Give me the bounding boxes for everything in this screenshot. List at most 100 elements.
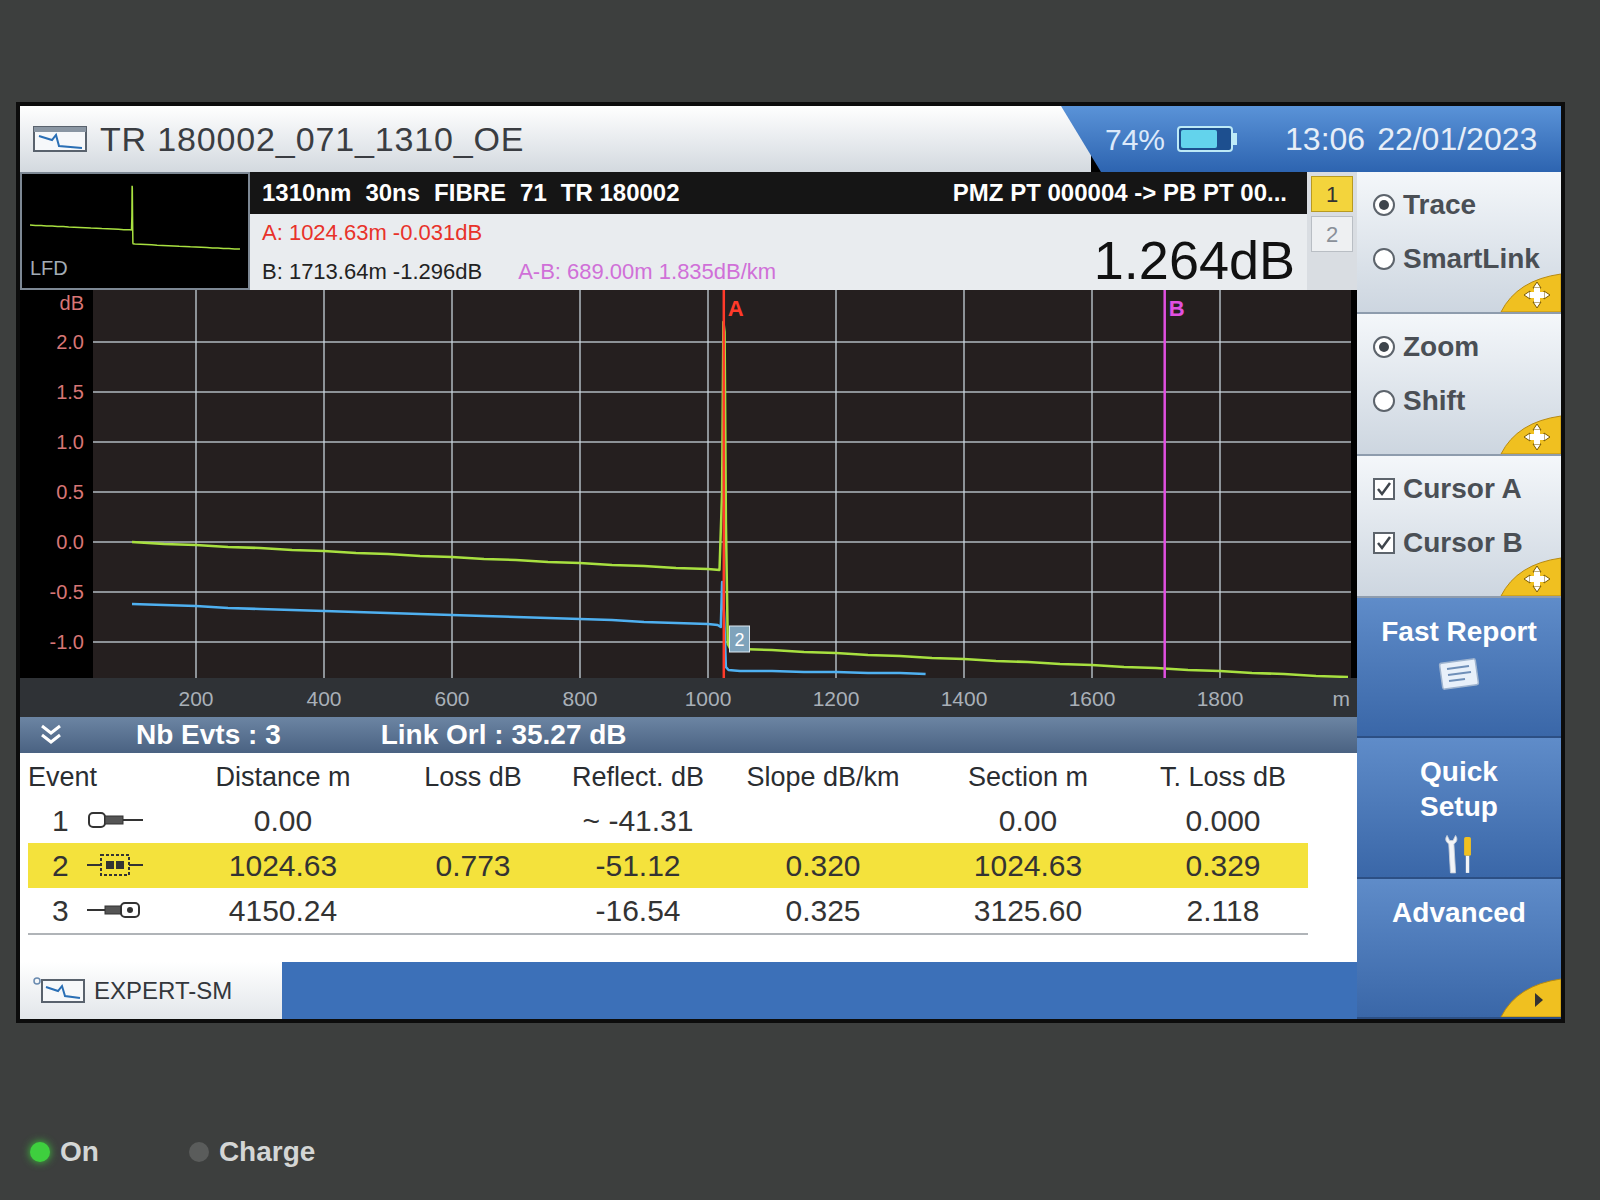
y-tick: 2.0 bbox=[56, 331, 84, 353]
checkbox-option[interactable]: Cursor B bbox=[1373, 522, 1561, 564]
checkbox[interactable] bbox=[1373, 478, 1395, 500]
cursor-b-value: B: 1713.64m -1.296dB bbox=[262, 255, 482, 288]
cursor-label[interactable]: A bbox=[728, 296, 744, 321]
thumbnail-label: LFD bbox=[22, 258, 248, 278]
sidebar-button[interactable]: Advanced bbox=[1357, 879, 1561, 1019]
cursor-line[interactable] bbox=[723, 290, 726, 678]
y-tick: -0.5 bbox=[50, 581, 84, 603]
trace-tabs: 12 bbox=[1307, 172, 1357, 290]
collapse-chevron-icon[interactable] bbox=[36, 722, 66, 748]
acquisition-param: 1310nm bbox=[262, 175, 351, 211]
column-header: Slope dB/km bbox=[728, 757, 918, 798]
connector-event-icon bbox=[85, 852, 145, 878]
sidebar-group: Trace SmartLink bbox=[1357, 172, 1561, 314]
device: TR 180002_071_1310_OE74%13:0622/01/2023 … bbox=[0, 0, 1600, 1173]
y-tick: 1.5 bbox=[56, 381, 84, 403]
x-tick: 1400 bbox=[941, 687, 988, 710]
trace-tab[interactable]: 1 bbox=[1311, 176, 1353, 212]
check-icon bbox=[1376, 535, 1392, 551]
table-cell: 4150.24 bbox=[168, 888, 398, 933]
table-row[interactable]: 21024.630.773-51.120.3201024.630.329 bbox=[28, 843, 1308, 888]
main: LFD1310nm30nsFIBRE71TR 180002PMZ PT 0000… bbox=[20, 172, 1561, 1019]
table-cell: 0.329 bbox=[1138, 843, 1308, 888]
sidebar-group: Cursor A Cursor B bbox=[1357, 456, 1561, 598]
radio-button[interactable] bbox=[1373, 194, 1395, 216]
trace-file-icon bbox=[32, 123, 88, 155]
option-label[interactable]: Trace bbox=[1403, 184, 1476, 226]
radio-button[interactable] bbox=[1373, 248, 1395, 270]
module-tab[interactable]: EXPERT-SM bbox=[20, 962, 282, 1019]
trace-info: 1310nm30nsFIBRE71TR 180002PMZ PT 000004 … bbox=[250, 172, 1307, 290]
event-marker[interactable] bbox=[730, 626, 750, 652]
sidebar-button-label[interactable]: Quick Setup bbox=[1379, 754, 1539, 824]
cursor-label[interactable]: B bbox=[1169, 296, 1185, 321]
table-row[interactable]: 10.00~ -41.310.000.000 bbox=[28, 798, 1308, 843]
move-arrows-icon[interactable] bbox=[1499, 556, 1561, 596]
checkbox-option[interactable]: Cursor A bbox=[1373, 468, 1561, 510]
event-number: 2 bbox=[52, 843, 69, 888]
table-cell: 2.118 bbox=[1138, 888, 1308, 933]
otdr-module-icon bbox=[32, 976, 86, 1006]
status-led: Charge bbox=[189, 1131, 315, 1173]
event-marker-label: 2 bbox=[734, 630, 744, 650]
led-row: OnCharge bbox=[16, 1131, 1600, 1173]
option-label[interactable]: Shift bbox=[1403, 380, 1465, 422]
radio-dot bbox=[1379, 200, 1389, 210]
radio-option[interactable]: Trace bbox=[1373, 184, 1561, 226]
trace-thumbnail[interactable]: LFD bbox=[20, 172, 250, 290]
file-title: TR 180002_071_1310_OE bbox=[100, 114, 524, 165]
acquisition-param: 30ns bbox=[365, 175, 420, 211]
column-header: Distance m bbox=[168, 757, 398, 798]
table-cell: 0.00 bbox=[918, 798, 1138, 843]
sidebar-button[interactable]: Fast Report bbox=[1357, 598, 1561, 738]
sidebar-button[interactable]: Quick Setup bbox=[1357, 738, 1561, 878]
cursor-line[interactable] bbox=[1163, 290, 1166, 678]
column-header: Loss dB bbox=[398, 757, 548, 798]
tools-icon bbox=[1435, 832, 1483, 876]
trace-header: LFD1310nm30nsFIBRE71TR 180002PMZ PT 0000… bbox=[20, 172, 1357, 290]
trace-tab[interactable]: 2 bbox=[1311, 216, 1353, 252]
radio-option[interactable]: Shift bbox=[1373, 380, 1561, 422]
next-page-icon[interactable] bbox=[1499, 977, 1561, 1017]
event-summary: Nb Evts : 3 Link Orl : 35.27 dB bbox=[20, 717, 1357, 753]
title-bar: TR 180002_071_1310_OE74%13:0622/01/2023 bbox=[20, 106, 1561, 172]
x-tick: 1000 bbox=[685, 687, 732, 710]
option-label[interactable]: Cursor A bbox=[1403, 468, 1522, 510]
clock-date: 22/01/2023 bbox=[1377, 115, 1537, 163]
acquisition-params: 1310nm30nsFIBRE71TR 180002 bbox=[262, 175, 680, 211]
sidebar-button-label[interactable]: Fast Report bbox=[1379, 614, 1539, 649]
module-tab-label[interactable]: EXPERT-SM bbox=[94, 973, 232, 1009]
x-tick: 600 bbox=[434, 687, 469, 710]
cursor-a-value: A: 1024.63m -0.031dB bbox=[262, 216, 776, 249]
option-label[interactable]: Zoom bbox=[1403, 326, 1479, 368]
move-arrows-icon[interactable] bbox=[1499, 414, 1561, 454]
check-icon bbox=[1376, 481, 1392, 497]
sidebar-button-label[interactable]: Advanced bbox=[1379, 895, 1539, 930]
clock-time: 13:06 bbox=[1285, 115, 1365, 163]
checkbox[interactable] bbox=[1373, 532, 1395, 554]
radio-option[interactable]: Zoom bbox=[1373, 326, 1561, 368]
table-cell: -16.54 bbox=[548, 888, 728, 933]
x-tick: 1800 bbox=[1197, 687, 1244, 710]
radio-option[interactable]: SmartLink bbox=[1373, 238, 1561, 280]
table-row[interactable]: 34150.24-16.540.3253125.602.118 bbox=[28, 888, 1308, 935]
trace-info-line: 1310nm30nsFIBRE71TR 180002PMZ PT 000004 … bbox=[250, 172, 1307, 214]
column-header: Reflect. dB bbox=[548, 757, 728, 798]
move-arrows-icon[interactable] bbox=[1499, 272, 1561, 312]
x-tick: 200 bbox=[178, 687, 213, 710]
column-header: T. Loss dB bbox=[1138, 757, 1308, 798]
cursor-readout: A: 1024.63m -0.031dB B: 1713.64m -1.296dB… bbox=[250, 214, 1307, 290]
option-label[interactable]: SmartLink bbox=[1403, 238, 1540, 280]
otdr-trace-chart[interactable]: 20040060080010001200140016001800m2.01.51… bbox=[20, 290, 1357, 717]
radio-button[interactable] bbox=[1373, 336, 1395, 358]
trace-chart[interactable]: 20040060080010001200140016001800m2.01.51… bbox=[20, 290, 1357, 717]
column-header: Section m bbox=[918, 757, 1138, 798]
event-count: Nb Evts : 3 bbox=[136, 714, 281, 756]
table-cell: ~ -41.31 bbox=[548, 798, 728, 843]
battery-fill bbox=[1181, 130, 1217, 148]
table-cell: 0.320 bbox=[728, 843, 918, 888]
led-dot bbox=[189, 1142, 209, 1162]
link-orl: Link Orl : 35.27 dB bbox=[381, 714, 627, 756]
radio-button[interactable] bbox=[1373, 390, 1395, 412]
option-label[interactable]: Cursor B bbox=[1403, 522, 1523, 564]
